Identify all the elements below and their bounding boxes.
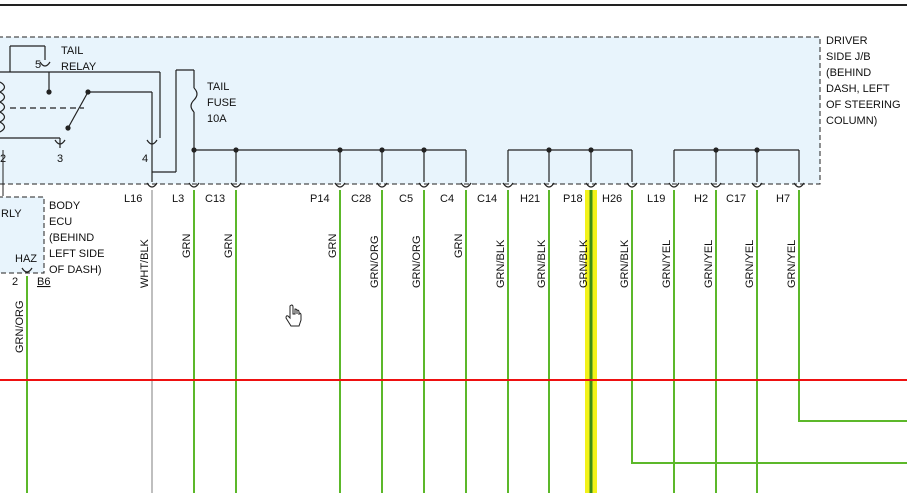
wiring-diagram: DRIVER SIDE J/B (BEHIND DASH, LEFT OF ST… [0,4,907,493]
terminal-label-c4: C4 [440,193,454,205]
terminal-label-l19: L19 [647,193,665,205]
jb-junction-dot [379,147,385,153]
terminal-label-h7: H7 [776,193,790,205]
terminal-label-c28: C28 [351,193,371,205]
terminal-label-l16: L16 [124,193,142,205]
terminal-label-h26: H26 [602,193,622,205]
body-ecu-connector: B6 [37,276,50,288]
relay-pin-5: 5 [35,59,41,71]
wire-color-label: GRN/ORG [369,235,381,288]
relay-contact-dot [46,89,52,95]
jb-junction-dot [233,147,239,153]
relay-pin-4: 4 [142,153,148,165]
wire-color-label: GRN/YEL [786,240,798,288]
body-ecu-wire-color: GRN/ORG [14,300,26,353]
body-ecu-haz-label: HAZ [15,253,37,265]
jb-junction-dot [713,147,719,153]
body-ecu-pin: 2 [12,276,18,288]
body-ecu-rly-label: RLY [1,208,22,220]
terminal-label-h21: H21 [520,193,540,205]
relay-contact-dot [65,125,71,131]
wire-color-label: WHT/BLK [139,238,151,288]
terminal-label-h2: H2 [694,193,708,205]
wire-color-label: GRN/YEL [703,240,715,288]
wire-color-label: GRN/YEL [744,240,756,288]
jb-junction-dot [546,147,552,153]
body-ecu-title: BODY ECU (BEHIND LEFT SIDE OF DASH) [49,200,108,276]
junction-block-box [0,36,821,185]
jb-junction-dot [191,147,197,153]
relay-pin-3: 3 [57,153,63,165]
terminal-label-c17: C17 [726,193,746,205]
jb-junction-dot [588,147,594,153]
wire-color-label: GRN [223,234,235,259]
junction-block-title: DRIVER SIDE J/B (BEHIND DASH, LEFT OF ST… [826,35,904,127]
wire-color-label: GRN [181,234,193,259]
jb-junction-dot [421,147,427,153]
relay-contact-dot [85,89,91,95]
terminal-label-p18: P18 [563,193,583,205]
wire-color-label: GRN/BLK [495,239,507,288]
wire-color-label: GRN [327,234,339,259]
wire-color-label: GRN [453,234,465,259]
wire-color-label: GRN/BLK [619,239,631,288]
wire-color-label: GRN/BLK [536,239,548,288]
wire-group: L16 WHT/BLK L3 GRN C13 GRN P14 GRN C28 GRN/ORG C5 G… [124,182,907,493]
jb-junction-dot [754,147,760,153]
wire-color-label: GRN/YEL [661,240,673,288]
wire-color-label: GRN/ORG [411,235,423,288]
terminal-label-c13: C13 [205,193,225,205]
terminal-label-l3: L3 [172,193,184,205]
wire-color-label: GRN/BLK [578,239,590,288]
terminal-label-c14: C14 [477,193,497,205]
wire-extension-h7 [798,190,907,422]
hand-cursor-icon [285,304,302,327]
jb-junction-dot [337,147,343,153]
terminal-label-p14: P14 [310,193,330,205]
terminal-label-c5: C5 [399,193,413,205]
